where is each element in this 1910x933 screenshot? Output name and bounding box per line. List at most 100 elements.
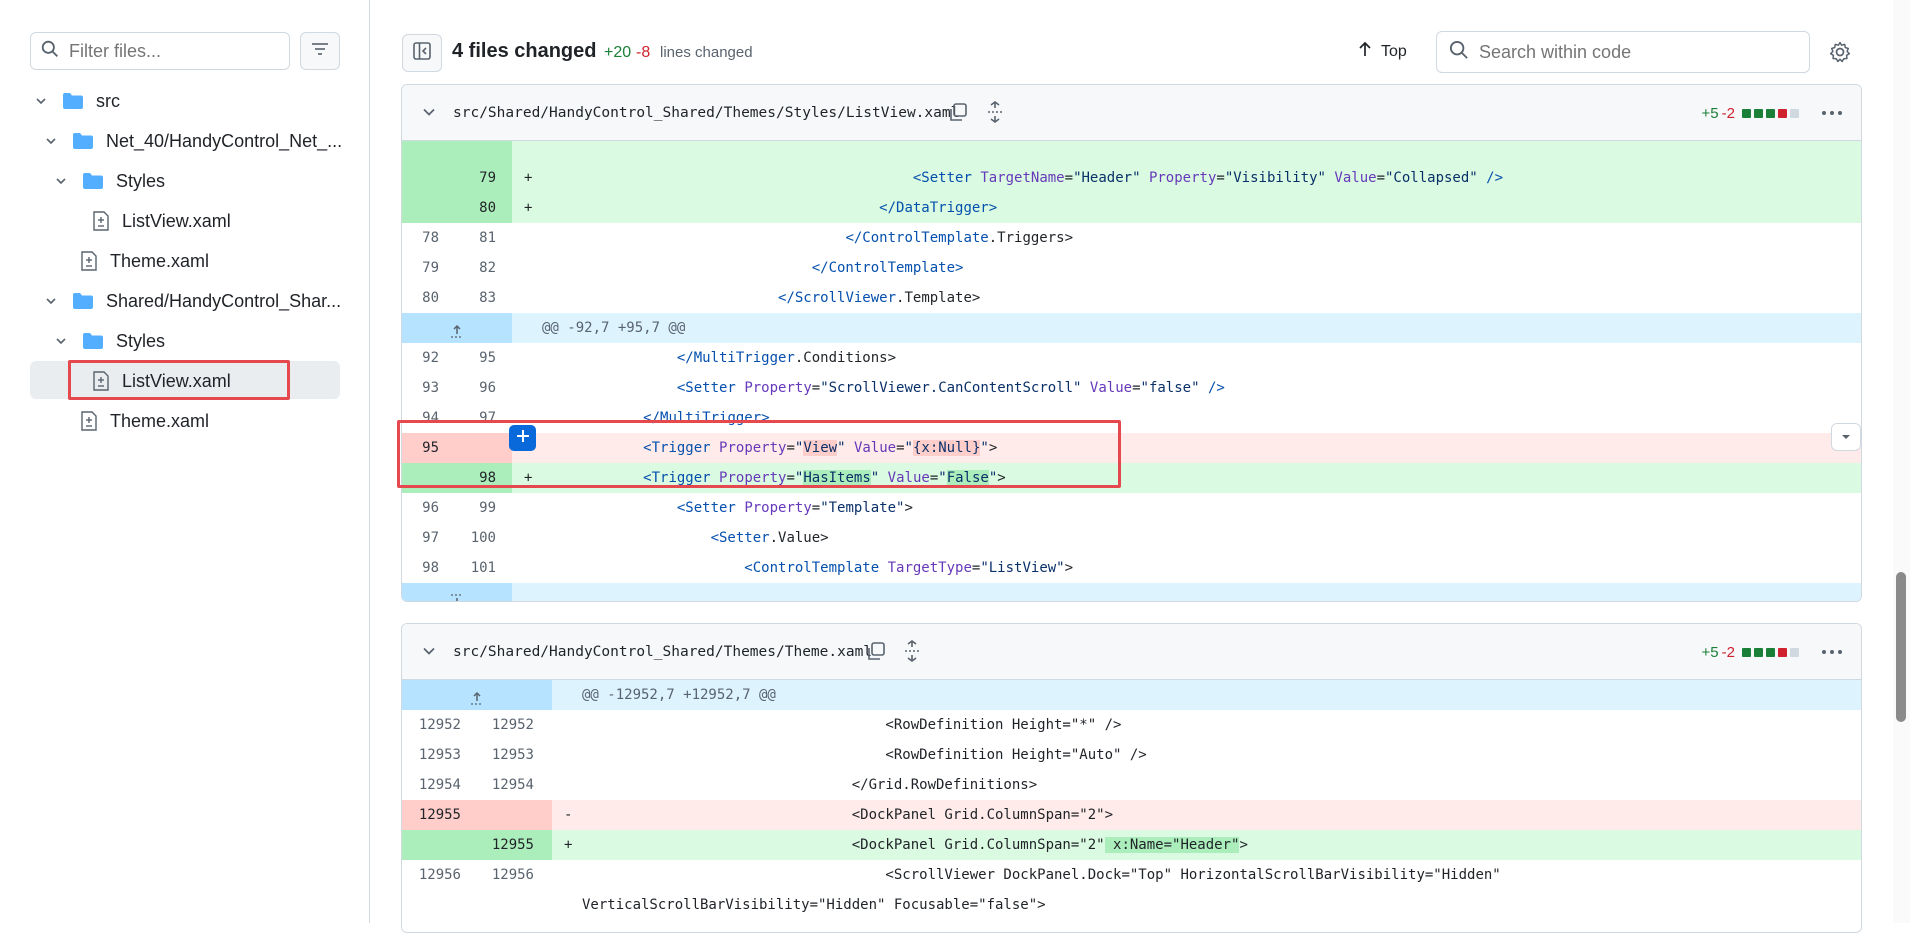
new-line-number[interactable]: 96 bbox=[439, 373, 496, 403]
old-line-number[interactable] bbox=[402, 830, 461, 860]
triangle-down-icon bbox=[1841, 428, 1851, 446]
copy-icon[interactable] bbox=[947, 101, 969, 128]
tree-item-label: ListView.xaml bbox=[122, 210, 231, 231]
old-line-number[interactable]: 97 bbox=[402, 523, 439, 553]
new-line-number[interactable]: 101 bbox=[439, 553, 496, 583]
file-path[interactable]: src/Shared/HandyControl_Shared/Themes/St… bbox=[453, 105, 959, 121]
diff-stat: +5 -2 bbox=[1702, 644, 1799, 661]
search-within-code-box[interactable] bbox=[1436, 31, 1810, 73]
chevron-down-icon[interactable] bbox=[34, 95, 48, 107]
diffstat-square bbox=[1778, 648, 1787, 657]
search-within-code-input[interactable] bbox=[1479, 41, 1799, 63]
diff-row: 80 + </DataTrigger> bbox=[402, 193, 1861, 223]
new-line-number[interactable]: 12954 bbox=[461, 770, 534, 800]
old-line-number[interactable]: 12954 bbox=[402, 770, 461, 800]
toggle-file-tree-button[interactable] bbox=[402, 34, 442, 72]
diff-file-listview: src/Shared/HandyControl_Shared/Themes/St… bbox=[401, 84, 1862, 602]
file-tree-sidebar: src Net_40/HandyControl_Net_... Styles List… bbox=[0, 0, 370, 923]
scrollbar-thumb[interactable] bbox=[1896, 572, 1906, 722]
code-line: </Grid.RowDefinitions> bbox=[582, 777, 1038, 793]
filter-files-input[interactable] bbox=[69, 40, 269, 62]
diff-row: 80 83 </ScrollViewer.Template> bbox=[402, 283, 1861, 313]
tree-folder[interactable]: Net_40/HandyControl_Net_... bbox=[44, 121, 342, 161]
new-line-number[interactable] bbox=[461, 800, 534, 830]
diffstat-square bbox=[1754, 648, 1763, 657]
code-line: <DockPanel Grid.ColumnSpan="2" x:Name="H… bbox=[582, 837, 1248, 853]
old-line-number[interactable] bbox=[402, 680, 461, 710]
expand-all-icon[interactable] bbox=[902, 640, 922, 667]
file-path[interactable]: src/Shared/HandyControl_Shared/Themes/Th… bbox=[453, 644, 872, 660]
new-line-number[interactable]: 12955 bbox=[461, 830, 534, 860]
code-line: </ControlTemplate.Triggers> bbox=[845, 230, 1074, 246]
old-line-number[interactable]: 96 bbox=[402, 493, 439, 523]
new-line-number[interactable]: 12956 bbox=[461, 860, 534, 890]
diff-row: 12955 - <DockPanel Grid.ColumnSpan="2"> bbox=[402, 800, 1861, 830]
tree-folder[interactable]: src bbox=[34, 81, 120, 121]
tree-file[interactable]: Theme.xaml bbox=[80, 241, 209, 281]
chevron-down-icon[interactable] bbox=[422, 644, 436, 663]
line-options-button[interactable] bbox=[1831, 423, 1861, 451]
old-line-number[interactable]: 79 bbox=[402, 253, 439, 283]
chevron-down-icon[interactable] bbox=[422, 105, 436, 124]
code-line: <ControlTemplate TargetType="ListView"> bbox=[744, 560, 1074, 576]
new-line-number[interactable]: 80 bbox=[439, 193, 496, 223]
tree-item-label: Styles bbox=[116, 330, 166, 351]
old-line-number[interactable]: 80 bbox=[402, 283, 439, 313]
new-line-number[interactable]: 12953 bbox=[461, 740, 534, 770]
top-button[interactable]: Top bbox=[1357, 40, 1407, 63]
new-line-number[interactable] bbox=[439, 313, 496, 343]
old-line-number[interactable] bbox=[402, 583, 439, 601]
page-scrollbar[interactable] bbox=[1893, 0, 1910, 923]
copy-icon[interactable] bbox=[865, 640, 887, 667]
settings-button[interactable] bbox=[1828, 40, 1852, 69]
old-line-number[interactable]: 12952 bbox=[402, 710, 461, 740]
kebab-menu-icon[interactable] bbox=[1821, 642, 1843, 667]
tree-item-label: Net_40/HandyControl_Net_... bbox=[106, 130, 343, 151]
old-line-number[interactable] bbox=[402, 163, 439, 193]
new-line-number[interactable]: 81 bbox=[439, 223, 496, 253]
chevron-down-icon[interactable] bbox=[54, 175, 68, 187]
code-line: <Setter Property="ScrollViewer.CanConten… bbox=[676, 380, 1225, 396]
diff-row: 79 82 </ControlTemplate> bbox=[402, 253, 1861, 283]
old-line-number[interactable] bbox=[402, 313, 439, 343]
diffstat-square bbox=[1790, 109, 1799, 118]
tree-folder[interactable]: Shared/HandyControl_Shar... bbox=[44, 281, 341, 321]
new-line-number[interactable]: 82 bbox=[439, 253, 496, 283]
diff-row-partial bbox=[402, 141, 1861, 163]
new-line-number[interactable]: 83 bbox=[439, 283, 496, 313]
old-line-number[interactable]: 98 bbox=[402, 553, 439, 583]
old-line-number[interactable]: 12955 bbox=[402, 800, 461, 830]
new-line-number[interactable]: 12952 bbox=[461, 710, 534, 740]
expand-all-icon[interactable] bbox=[985, 101, 1005, 128]
old-line-number[interactable]: 78 bbox=[402, 223, 439, 253]
new-line-number[interactable] bbox=[461, 890, 534, 920]
old-line-number[interactable] bbox=[402, 890, 461, 920]
chevron-down-icon[interactable] bbox=[44, 135, 58, 147]
old-line-number[interactable]: 92 bbox=[402, 343, 439, 373]
tree-folder[interactable]: Styles bbox=[54, 161, 165, 201]
old-line-number[interactable] bbox=[402, 193, 439, 223]
new-line-number[interactable] bbox=[439, 583, 496, 601]
tree-folder[interactable]: Styles bbox=[54, 321, 165, 361]
new-line-number[interactable]: 99 bbox=[439, 493, 496, 523]
new-line-number[interactable]: 100 bbox=[439, 523, 496, 553]
tree-file[interactable]: ListView.xaml bbox=[92, 201, 231, 241]
tree-file[interactable]: Theme.xaml bbox=[80, 401, 209, 441]
new-line-number[interactable]: 79 bbox=[439, 163, 496, 193]
kebab-menu-icon[interactable] bbox=[1821, 103, 1843, 128]
tree-item-label: src bbox=[96, 90, 120, 111]
diff-row: 12952 12952 <RowDefinition Height="*" /> bbox=[402, 710, 1861, 740]
expand-down-icon[interactable] bbox=[449, 590, 465, 601]
chevron-down-icon[interactable] bbox=[44, 295, 58, 307]
hunk-header-row: @@ -92,7 +95,7 @@ bbox=[402, 313, 1861, 343]
filter-options-button[interactable] bbox=[300, 32, 340, 70]
chevron-down-icon[interactable] bbox=[54, 335, 68, 347]
filter-files-box[interactable] bbox=[30, 32, 290, 70]
old-line-number[interactable]: 12956 bbox=[402, 860, 461, 890]
new-line-number[interactable]: 95 bbox=[439, 343, 496, 373]
code-line: <Setter Property="Template"> bbox=[676, 500, 913, 516]
diffstat-square bbox=[1742, 109, 1751, 118]
file-diff-icon bbox=[92, 211, 110, 231]
old-line-number[interactable]: 12953 bbox=[402, 740, 461, 770]
old-line-number[interactable]: 93 bbox=[402, 373, 439, 403]
